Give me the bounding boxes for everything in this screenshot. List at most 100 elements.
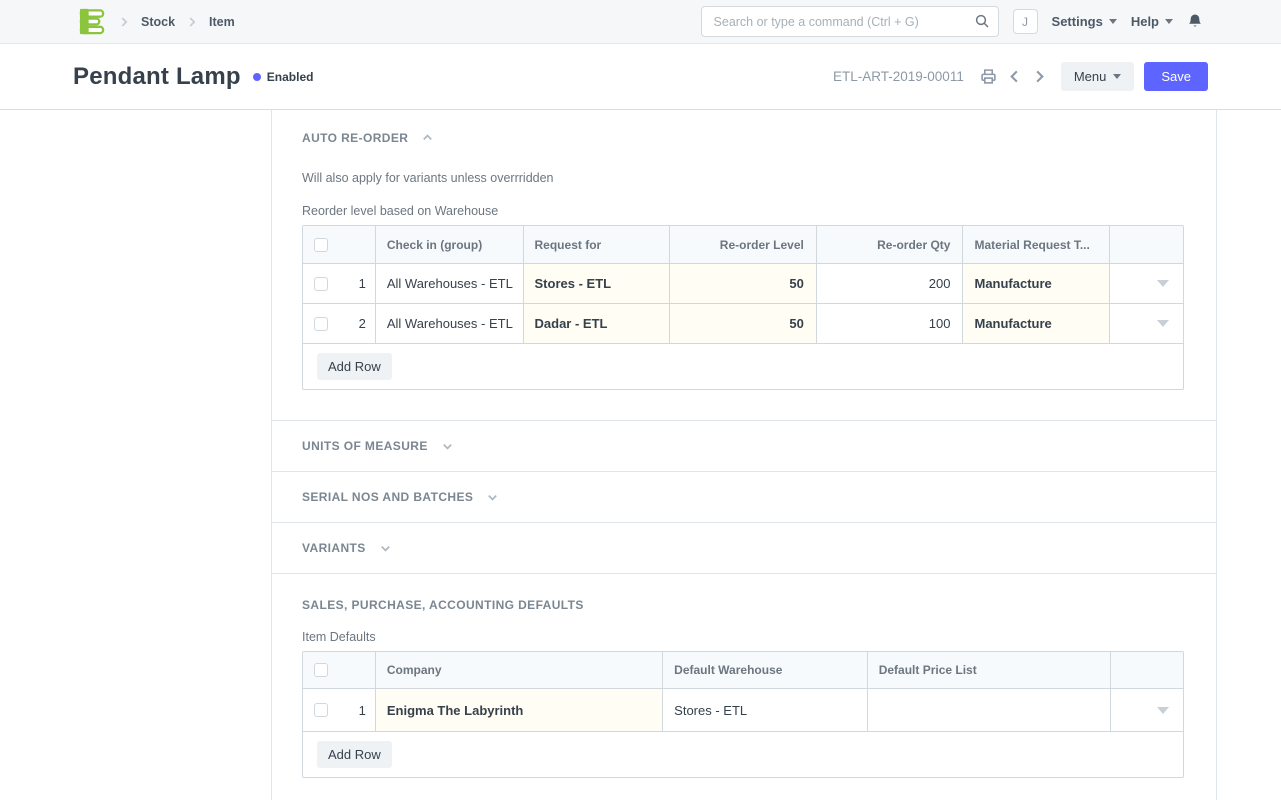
menu-button-label: Menu [1074,69,1107,84]
column-header-default-price-list[interactable]: Default Price List [867,652,1110,688]
breadcrumb-item[interactable]: Item [209,15,235,29]
section-title: VARIANTS [302,541,366,555]
section-sales-purchase-defaults: SALES, PURCHASE, ACCOUNTING DEFAULTS Ite… [272,573,1216,778]
search-icon [974,13,990,34]
print-icon[interactable] [980,68,997,85]
help-label: Help [1131,14,1159,29]
app-logo[interactable] [78,7,107,36]
section-variants: VARIANTS [272,522,1216,573]
reorder-table-label: Reorder level based on Warehouse [302,204,1186,218]
notifications-bell-icon[interactable] [1187,13,1203,30]
breadcrumb-chevron-icon [185,15,199,29]
section-variants-toggle[interactable]: VARIANTS [302,541,393,556]
table-row: 1 All Warehouses - ETL Stores - ETL 50 2… [303,263,1183,303]
row-index[interactable]: 2 [339,304,375,343]
cell-reorder-level[interactable]: 50 [669,304,816,343]
cell-request-for[interactable]: Dadar - ETL [523,304,670,343]
caret-down-icon [1157,280,1169,287]
cell-company[interactable]: Enigma The Labyrinth [375,689,662,731]
cell-default-price-list[interactable] [867,689,1110,731]
column-header-material-request-type[interactable]: Material Request T... [962,226,1109,263]
chevron-down-icon [1113,74,1121,79]
section-serial-nos-batches: SERIAL NOS AND BATCHES [272,471,1216,522]
caret-down-icon [1157,707,1169,714]
column-header-company[interactable]: Company [375,652,662,688]
chevron-down-icon [485,490,500,505]
status-label: Enabled [267,70,314,84]
item-defaults-label: Item Defaults [302,630,1186,644]
column-header-request-for[interactable]: Request for [523,226,670,263]
row-expand-button[interactable] [1110,689,1183,731]
item-defaults-grid-header: Company Default Warehouse Default Price … [303,652,1183,688]
breadcrumb-stock[interactable]: Stock [141,15,175,29]
breadcrumb-chevron-icon [117,15,131,29]
add-row-button[interactable]: Add Row [317,741,392,768]
section-title: SERIAL NOS AND BATCHES [302,490,473,504]
select-all-checkbox[interactable] [314,238,328,252]
avatar[interactable]: J [1013,9,1038,34]
row-checkbox[interactable] [314,277,328,291]
column-header-reorder-level[interactable]: Re-order Level [669,226,816,263]
settings-label: Settings [1052,14,1103,29]
add-row-button[interactable]: Add Row [317,353,392,380]
cell-material-request-type[interactable]: Manufacture [962,264,1109,303]
section-title: SALES, PURCHASE, ACCOUNTING DEFAULTS [302,598,584,612]
section-serial-nos-batches-toggle[interactable]: SERIAL NOS AND BATCHES [302,490,500,505]
section-sales-purchase-defaults-toggle[interactable]: SALES, PURCHASE, ACCOUNTING DEFAULTS [302,598,1186,612]
column-header-reorder-qty[interactable]: Re-order Qty [816,226,963,263]
section-auto-reorder-toggle[interactable]: AUTO RE-ORDER [302,130,1186,145]
status-badge: Enabled [253,70,314,84]
status-dot-icon [253,73,261,81]
next-document-icon[interactable] [1032,69,1047,84]
row-index[interactable]: 1 [339,264,375,303]
cell-check-in[interactable]: All Warehouses - ETL [375,264,523,303]
cell-reorder-qty[interactable]: 100 [816,304,963,343]
reorder-grid: Check in (group) Request for Re-order Le… [302,225,1184,390]
row-expand-button[interactable] [1109,264,1183,303]
row-index[interactable]: 1 [339,689,375,731]
chevron-down-icon [1109,19,1117,24]
row-checkbox[interactable] [314,317,328,331]
caret-down-icon [1157,320,1169,327]
cell-reorder-qty[interactable]: 200 [816,264,963,303]
column-header-default-warehouse[interactable]: Default Warehouse [662,652,867,688]
help-menu[interactable]: Help [1131,14,1173,29]
section-title: AUTO RE-ORDER [302,131,408,145]
cell-material-request-type[interactable]: Manufacture [962,304,1109,343]
cell-check-in[interactable]: All Warehouses - ETL [375,304,523,343]
column-header-actions [1110,652,1183,688]
cell-request-for[interactable]: Stores - ETL [523,264,670,303]
chevron-down-icon [1165,19,1173,24]
page-head: Pendant Lamp Enabled ETL-ART-2019-00011 [0,44,1281,110]
table-row: 2 All Warehouses - ETL Dadar - ETL 50 10… [303,303,1183,343]
cell-reorder-level[interactable]: 50 [669,264,816,303]
section-auto-reorder: AUTO RE-ORDER Will also apply for varian… [272,110,1216,420]
chevron-down-icon [440,439,455,454]
page-title: Pendant Lamp [73,63,241,91]
select-all-checkbox[interactable] [314,663,328,677]
section-units-of-measure-toggle[interactable]: UNITS OF MEASURE [302,439,455,454]
column-header-actions [1109,226,1183,263]
save-button[interactable]: Save [1144,62,1208,91]
reorder-grid-header: Check in (group) Request for Re-order Le… [303,226,1183,263]
menu-button[interactable]: Menu [1061,62,1135,91]
search-input[interactable] [701,6,999,37]
row-checkbox[interactable] [314,703,328,717]
column-header-check-in[interactable]: Check in (group) [375,226,523,263]
table-row: 1 Enigma The Labyrinth Stores - ETL [303,688,1183,731]
row-index-header [339,226,375,263]
chevron-up-icon [420,130,435,145]
row-expand-button[interactable] [1109,304,1183,343]
cell-default-warehouse[interactable]: Stores - ETL [662,689,867,731]
settings-menu[interactable]: Settings [1052,14,1117,29]
erpnext-logo-icon [78,7,107,36]
item-defaults-grid: Company Default Warehouse Default Price … [302,651,1184,778]
section-help-text: Will also apply for variants unless over… [302,171,1186,185]
global-search [701,6,999,37]
navbar: Stock Item J Settings Help [0,0,1281,44]
chevron-down-icon [378,541,393,556]
row-index-header [339,652,375,688]
prev-document-icon[interactable] [1007,69,1022,84]
section-units-of-measure: UNITS OF MEASURE [272,420,1216,471]
form-body: AUTO RE-ORDER Will also apply for varian… [271,110,1217,800]
